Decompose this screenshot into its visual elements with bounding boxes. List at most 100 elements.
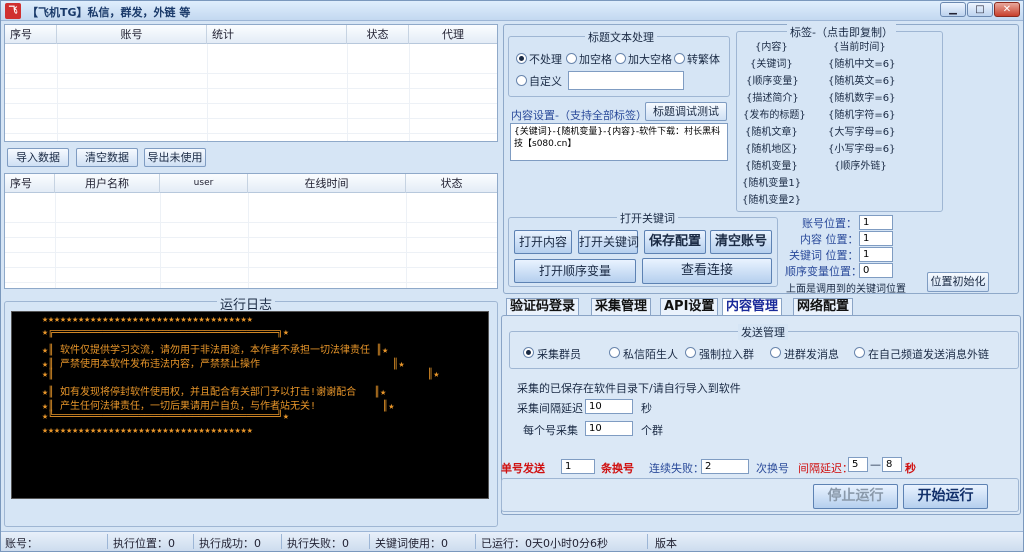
tag-random-var1[interactable]: {随机变量1} xyxy=(742,174,801,189)
col-online-time[interactable]: 在线时间 xyxy=(248,174,406,193)
open-content-button[interactable]: 打开内容 xyxy=(514,230,572,254)
radio-add-space[interactable] xyxy=(566,53,577,64)
tab-api-settings[interactable]: API设置 xyxy=(660,298,719,316)
tag-seq-link[interactable]: {顺序外链} xyxy=(834,157,887,172)
import-data-button[interactable]: 导入数据 xyxy=(7,148,69,167)
log-line: ★★★★★★★★★★★★★★★★★★★★★★★★★★★★★★★★★★★ xyxy=(42,425,253,436)
clear-data-button[interactable]: 清空数据 xyxy=(76,148,138,167)
radio-custom-label: 自定义 xyxy=(529,75,562,88)
account-position-input[interactable]: 1 xyxy=(859,215,893,230)
col-username[interactable]: 用户名称 xyxy=(55,174,160,193)
log-line: ★╔═════════════════════════════════════╗… xyxy=(42,327,289,338)
radio-force-pull-label: 强制拉入群 xyxy=(699,348,754,361)
open-seq-var-button[interactable]: 打开顺序变量 xyxy=(514,259,636,283)
tag-keyword[interactable]: {关键词} xyxy=(750,55,793,70)
col-user[interactable]: user xyxy=(160,174,248,193)
radio-traditional-label: 转繁体 xyxy=(687,53,720,66)
content-position-input[interactable]: 1 xyxy=(859,231,893,246)
collect-delay-input[interactable]: 10 xyxy=(585,399,633,414)
tab-captcha-login[interactable]: 验证码登录 xyxy=(506,298,580,316)
radio-channel-link[interactable] xyxy=(854,347,865,358)
col-stats[interactable]: 统计 xyxy=(207,25,347,44)
switch-account-label: 条换号 xyxy=(601,462,634,475)
fail-unit: 次换号 xyxy=(756,462,789,475)
log-line: ★║ 严禁使用本软件发布违法内容，严禁禁止操作 ║★ xyxy=(42,359,405,370)
minimize-button[interactable]: ▁ xyxy=(940,2,966,17)
maximize-button[interactable]: □ xyxy=(967,2,993,17)
tab-network-config[interactable]: 网络配置 xyxy=(793,298,854,316)
tag-random-region[interactable]: {随机地区} xyxy=(745,140,798,155)
interval-max-input[interactable]: 8 xyxy=(882,457,902,472)
col-status[interactable]: 状态 xyxy=(347,25,409,44)
tag-uppercase[interactable]: {大写字母=6} xyxy=(828,123,895,138)
status-bar: 账号： 执行位置：0 执行成功：0 执行失败：0 关键词使用：0 已运行：0天0… xyxy=(1,531,1023,551)
radio-add-big-space[interactable] xyxy=(615,53,626,64)
content-textarea[interactable]: {关键词}-{随机变量}-{内容}-软件下载：村长黑科技【s080.cn】 xyxy=(510,123,728,161)
status-exec-success: 执行成功：0 xyxy=(199,537,261,550)
seq-position-input[interactable]: 0 xyxy=(859,263,893,278)
clear-account-button[interactable]: 清空账号 xyxy=(710,230,772,254)
reset-position-button[interactable]: 位置初始化 xyxy=(927,272,989,292)
tab-content-manage[interactable]: 内容管理 xyxy=(722,298,783,316)
export-unused-button[interactable]: 导出未使用 xyxy=(144,148,206,167)
single-send-label: 单号发送 xyxy=(501,462,545,475)
account-table[interactable]: 序号 账号 统计 状态 代理 xyxy=(4,24,498,142)
tag-random-num[interactable]: {随机数字=6} xyxy=(828,89,895,104)
radio-custom[interactable] xyxy=(516,75,527,86)
interval-unit: 秒 xyxy=(905,462,916,475)
tag-random-en[interactable]: {随机英文=6} xyxy=(828,72,895,87)
tag-seq-var[interactable]: {顺序变量} xyxy=(746,72,799,87)
view-link-button[interactable]: 查看连接 xyxy=(642,258,772,284)
radio-traditional[interactable] xyxy=(674,53,685,64)
custom-title-input[interactable] xyxy=(568,71,684,90)
col-index[interactable]: 序号 xyxy=(5,174,55,193)
tag-current-time[interactable]: {当前时间} xyxy=(833,38,886,53)
tag-lowercase[interactable]: {小写字母=6} xyxy=(828,140,895,155)
tag-post-title[interactable]: {发布的标题} xyxy=(743,106,806,121)
log-line: ★║ ║★ xyxy=(42,369,440,380)
per-account-input[interactable]: 10 xyxy=(585,421,633,436)
stop-button[interactable]: 停止运行 xyxy=(813,484,898,509)
collect-delay-label: 采集间隔延迟 xyxy=(517,402,583,415)
radio-collect-members[interactable] xyxy=(523,347,534,358)
status-version: 版本 xyxy=(655,537,677,550)
log-line: ★║ 产生任何法律责任，一切后果请用户自负，与作者站无关! ║★ xyxy=(42,401,395,412)
tag-content[interactable]: {内容} xyxy=(755,38,788,53)
col-proxy[interactable]: 代理 xyxy=(409,25,497,44)
tag-random-char[interactable]: {随机字符=6} xyxy=(828,106,895,121)
close-button[interactable]: ✕ xyxy=(994,2,1020,17)
log-line: ★★★★★★★★★★★★★★★★★★★★★★★★★★★★★★★★★★★ xyxy=(42,314,253,325)
start-button[interactable]: 开始运行 xyxy=(903,484,988,509)
fail-input[interactable]: 2 xyxy=(701,459,749,474)
tag-random-cn[interactable]: {随机中文=6} xyxy=(828,55,895,70)
content-settings-label: 内容设置-（支持全部标签） xyxy=(511,109,647,122)
radio-channel-link-label: 在自己频道发送消息外链 xyxy=(868,348,989,361)
run-log-console[interactable]: ★★★★★★★★★★★★★★★★★★★★★★★★★★★★★★★★★★★ ★╔══… xyxy=(11,311,489,499)
tag-random-article[interactable]: {随机文章} xyxy=(745,123,798,138)
keyword-position-input[interactable]: 1 xyxy=(859,247,893,262)
save-config-button[interactable]: 保存配置 xyxy=(644,230,706,254)
tag-random-var[interactable]: {随机变量} xyxy=(745,157,798,172)
title-debug-test-button[interactable]: 标题调试测试 xyxy=(645,102,727,121)
col-account[interactable]: 账号 xyxy=(57,25,207,44)
radio-dm-stranger[interactable] xyxy=(609,347,620,358)
col-status[interactable]: 状态 xyxy=(406,174,497,193)
send-manage-title: 发送管理 xyxy=(738,324,788,340)
radio-force-pull[interactable] xyxy=(685,347,696,358)
content-position-label: 内容 位置： xyxy=(800,233,859,246)
tag-description[interactable]: {描述简介} xyxy=(746,89,799,104)
user-table[interactable]: 序号 用户名称 user 在线时间 状态 xyxy=(4,173,498,289)
interval-min-input[interactable]: 5 xyxy=(848,457,868,472)
open-keyword-button[interactable]: 打开关键词 xyxy=(578,230,639,254)
radio-collect-members-label: 采集群员 xyxy=(537,348,581,361)
tab-collect-manage[interactable]: 采集管理 xyxy=(591,298,652,316)
collect-note: 采集的已保存在软件目录下/请自行导入到软件 xyxy=(517,382,741,395)
single-send-input[interactable]: 1 xyxy=(561,459,595,474)
radio-no-process[interactable] xyxy=(516,53,527,64)
user-table-header: 序号 用户名称 user 在线时间 状态 xyxy=(5,174,497,193)
col-index[interactable]: 序号 xyxy=(5,25,57,44)
collect-delay-unit: 秒 xyxy=(641,402,652,415)
radio-join-send[interactable] xyxy=(770,347,781,358)
tag-random-var2[interactable]: {随机变量2} xyxy=(742,191,801,206)
radio-join-send-label: 进群发消息 xyxy=(784,348,839,361)
